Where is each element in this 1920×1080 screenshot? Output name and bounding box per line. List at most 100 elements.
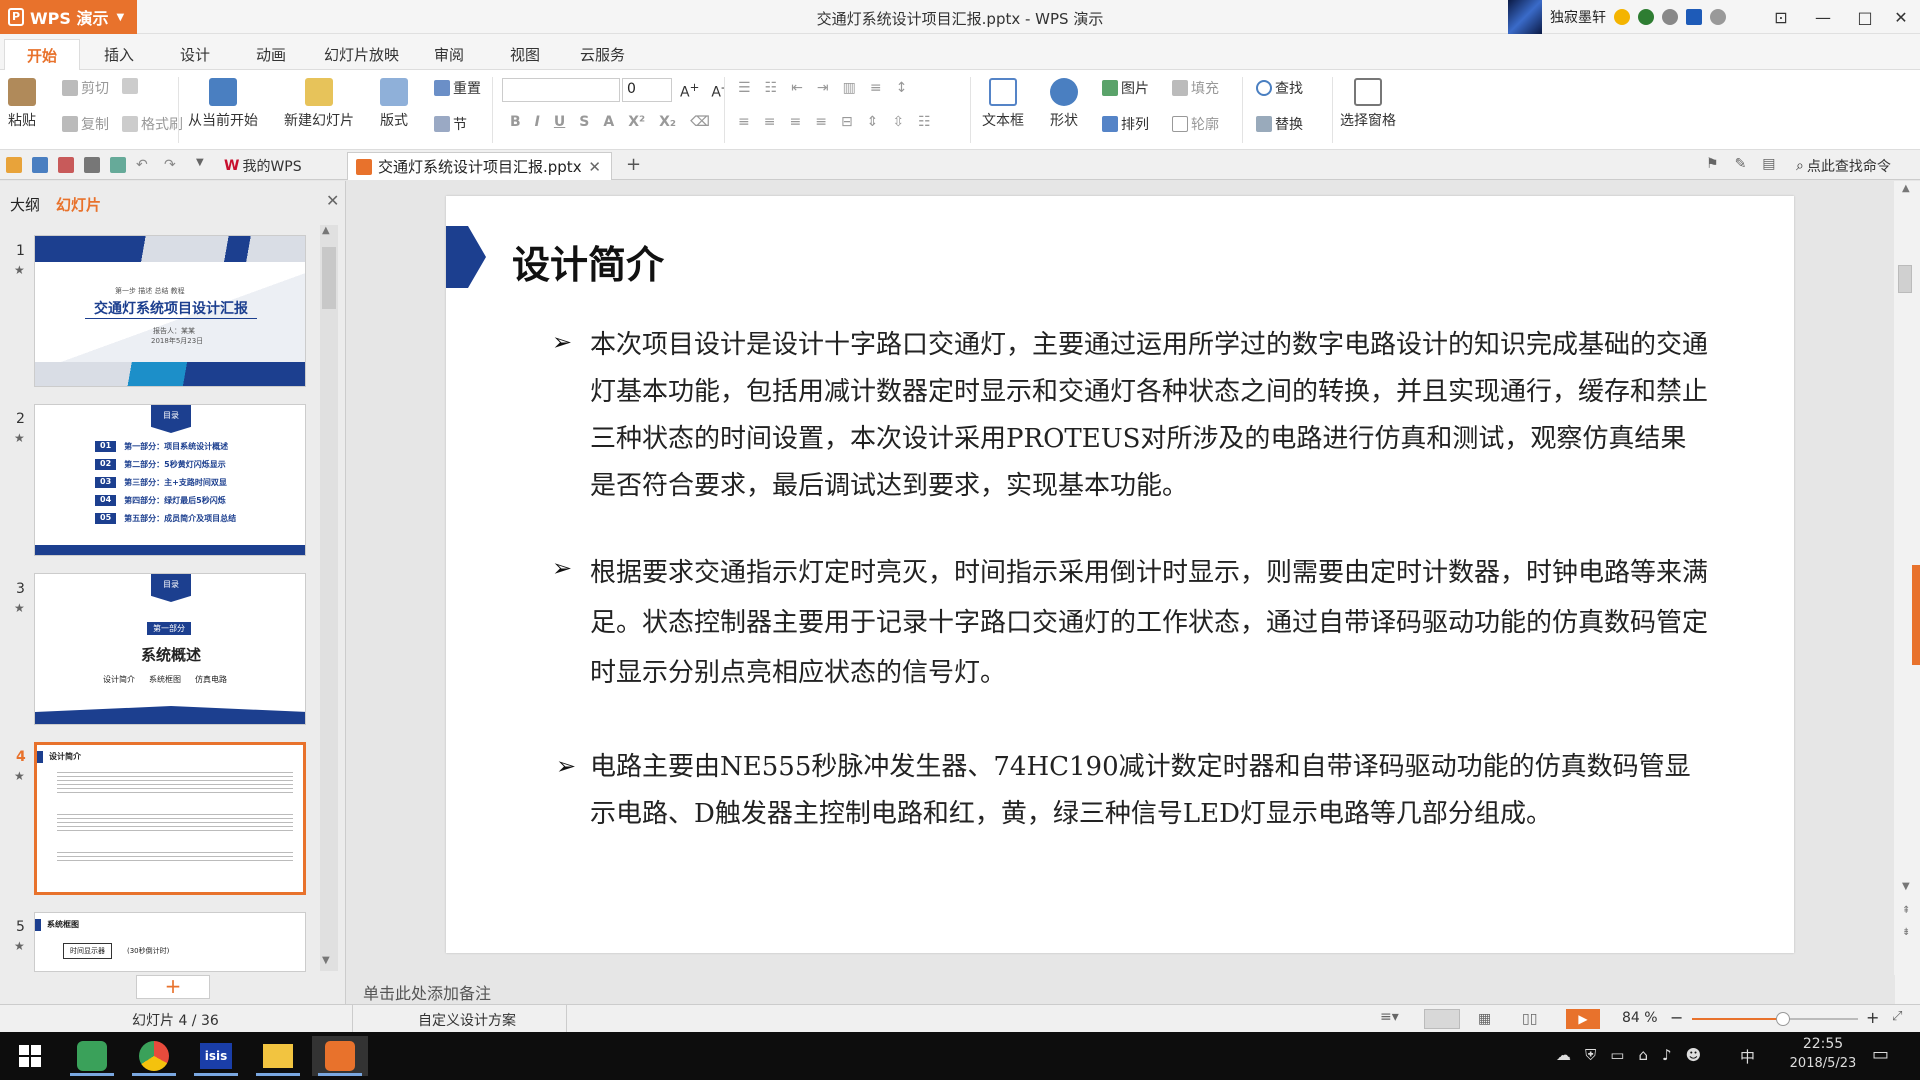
subscript-icon[interactable]: X₂ (659, 114, 676, 130)
wechat-icon[interactable]: ☻ (1686, 1046, 1702, 1064)
taskbar-app-panda[interactable] (64, 1036, 120, 1076)
design-name[interactable]: 自定义设计方案 (418, 1010, 516, 1030)
undo-icon[interactable]: ↶ (136, 157, 152, 173)
new-slide-button[interactable]: 新建幻灯片 (284, 78, 354, 130)
notes-toggle-icon[interactable]: ≡▾ (1380, 1009, 1399, 1025)
slide-thumb-2[interactable]: 目录 01 第一部分：项目系统设计概述 02 第二部分：5秒黄灯闪烁显示 03 第三部… (34, 404, 306, 556)
minimize-button[interactable]: — (1802, 0, 1844, 34)
section-button[interactable]: 节 (434, 114, 467, 134)
text-box-button[interactable]: 文本框 (982, 78, 1024, 130)
avatar[interactable] (1508, 0, 1542, 34)
smart-art-icon[interactable]: ☷ (918, 114, 931, 130)
tab-start[interactable]: 开始 (4, 39, 81, 72)
ime-indicator[interactable]: 中 (1740, 1046, 1755, 1067)
notification-icon[interactable]: ▭ (1872, 1044, 1889, 1065)
superscript-icon[interactable]: X² (628, 114, 645, 130)
distribute-icon[interactable]: ⊟ (841, 114, 853, 130)
next-slide-icon[interactable]: ⇟ (1902, 927, 1910, 938)
scroll-up-icon[interactable]: ▲ (322, 225, 330, 236)
taskbar-app-isis[interactable]: isis (188, 1036, 244, 1076)
panel-scrollbar[interactable]: ▲ ▼ (320, 225, 338, 971)
battery-icon[interactable]: ▭ (1610, 1046, 1624, 1064)
selection-pane-button[interactable]: 选择窗格 (1340, 78, 1396, 130)
save-icon[interactable] (32, 157, 48, 173)
bold-icon[interactable]: B (510, 114, 521, 130)
print-icon[interactable] (84, 157, 100, 173)
pin-icon[interactable]: ⚑ (1706, 156, 1719, 172)
text-direction-icon[interactable]: ↕ (896, 80, 908, 96)
close-tab-icon[interactable]: ✕ (588, 158, 601, 176)
format-painter-icon-wrap[interactable] (122, 78, 150, 94)
customize-chevron-icon[interactable]: ▼ (196, 157, 212, 173)
align-center-icon[interactable]: ≡ (764, 114, 776, 130)
replace-button[interactable]: 替换 (1256, 114, 1303, 134)
scroll-thumb[interactable] (1898, 265, 1912, 293)
play-slideshow-icon[interactable]: ▶ (1566, 1009, 1600, 1029)
side-panel-handle[interactable] (1912, 565, 1920, 665)
italic-icon[interactable]: I (535, 114, 540, 130)
cloud-icon[interactable]: ☁ (1556, 1046, 1571, 1064)
from-current-button[interactable]: 从当前开始 (188, 78, 258, 130)
picture-button[interactable]: 图片 (1102, 78, 1149, 98)
columns-icon[interactable]: ▥ (843, 80, 856, 96)
user-area[interactable]: 独寂墨轩 (1508, 0, 1726, 34)
tab-my-wps[interactable]: W 我的WPS (224, 156, 302, 176)
find-button[interactable]: 查找 (1256, 78, 1303, 98)
tab-design[interactable]: 设计 (166, 42, 224, 67)
settings-icon[interactable] (1662, 9, 1678, 25)
decrease-indent-icon[interactable]: ⇤ (791, 80, 803, 96)
bullet-paragraph[interactable]: 本次项目设计是设计十字路口交通灯，主要通过运用所学过的数字电路设计的知识完成基础… (590, 322, 1710, 510)
tools-icon[interactable]: ✎ (1735, 156, 1747, 172)
tab-insert[interactable]: 插入 (90, 42, 148, 67)
scroll-up-icon[interactable]: ▲ (1902, 183, 1910, 194)
font-color-icon[interactable]: A (603, 114, 614, 130)
scroll-thumb[interactable] (322, 247, 336, 309)
shape-button[interactable]: 形状 (1050, 78, 1078, 130)
numbered-list-icon[interactable]: ☷ (765, 80, 778, 96)
outline-button[interactable]: 轮廓 (1172, 114, 1219, 134)
arrange-button[interactable]: 排列 (1102, 114, 1149, 134)
justify-icon[interactable]: ≡ (815, 114, 827, 130)
taskbar-app-explorer[interactable] (250, 1036, 306, 1076)
align-left-icon[interactable]: ≡ (738, 114, 750, 130)
skin-icon[interactable] (1638, 9, 1654, 25)
reset-button[interactable]: 重置 (434, 78, 481, 98)
restore-ribbon-icon[interactable]: ⊡ (1760, 0, 1802, 34)
slide[interactable]: 设计简介 ➢ 本次项目设计是设计十字路口交通灯，主要通过运用所学过的数字电路设计… (446, 196, 1794, 953)
tab-slides[interactable]: 幻灯片 (56, 194, 101, 215)
underline-icon[interactable]: U (554, 114, 565, 130)
notes-pane[interactable]: 单击此处添加备注 (347, 975, 1895, 1005)
print-preview-icon[interactable] (110, 157, 126, 173)
increase-indent-icon[interactable]: ⇥ (817, 80, 829, 96)
slide-thumb-3[interactable]: 目录 第一部分 系统概述 设计简介 系统框图 仿真电路 (34, 573, 306, 725)
tab-animation[interactable]: 动画 (242, 42, 300, 67)
document-tab[interactable]: 交通灯系统设计项目汇报.pptx ✕ (347, 152, 612, 180)
volume-icon[interactable]: ♪ (1662, 1046, 1672, 1064)
font-size-select[interactable]: 0 (622, 78, 672, 102)
zoom-slider[interactable] (1692, 1012, 1858, 1026)
bullet-list-icon[interactable]: ☰ (738, 80, 751, 96)
grow-font-icon[interactable]: A+ (680, 80, 699, 101)
zoom-out-icon[interactable]: − (1670, 1008, 1683, 1027)
bullet-paragraph[interactable]: 根据要求交通指示灯定时亮灭，时间指示采用倒计时显示，则需要由定时计数器，时钟电路… (590, 548, 1710, 698)
taskbar-app-chrome[interactable] (126, 1036, 182, 1076)
shield-icon[interactable]: ⛨ (1585, 1046, 1596, 1064)
comment-icon[interactable]: ▤ (1762, 156, 1775, 172)
bullet-paragraph[interactable]: 电路主要由NE555秒脉冲发生器、74HC190减计数定时器和自带译码驱动功能的… (590, 744, 1710, 838)
redo-icon[interactable]: ↷ (164, 157, 180, 173)
line-spacing-icon[interactable]: ≡ (870, 80, 882, 96)
strikethrough-icon[interactable]: S (579, 114, 589, 130)
cut-button[interactable]: 剪切 (62, 78, 109, 98)
close-panel-icon[interactable]: ✕ (326, 191, 339, 210)
network-icon[interactable]: ⌂ (1638, 1046, 1648, 1064)
fit-window-icon[interactable]: ⤢ (1892, 1009, 1902, 1024)
slide-thumb-1[interactable]: 第一步 描述 总结 教程 交通灯系统项目设计汇报 报告人：某某 2018年5月2… (34, 235, 306, 387)
copy-button[interactable]: 复制 (62, 114, 109, 134)
close-button[interactable]: ✕ (1880, 0, 1920, 34)
format-painter-button[interactable]: 格式刷 (122, 114, 183, 134)
help-icon[interactable] (1710, 9, 1726, 25)
user-name[interactable]: 独寂墨轩 (1550, 7, 1606, 27)
tab-review[interactable]: 审阅 (420, 42, 478, 67)
clock-time[interactable]: 22:55 (1788, 1036, 1858, 1052)
app-menu-button[interactable]: P WPS 演示 ▼ (0, 0, 137, 34)
